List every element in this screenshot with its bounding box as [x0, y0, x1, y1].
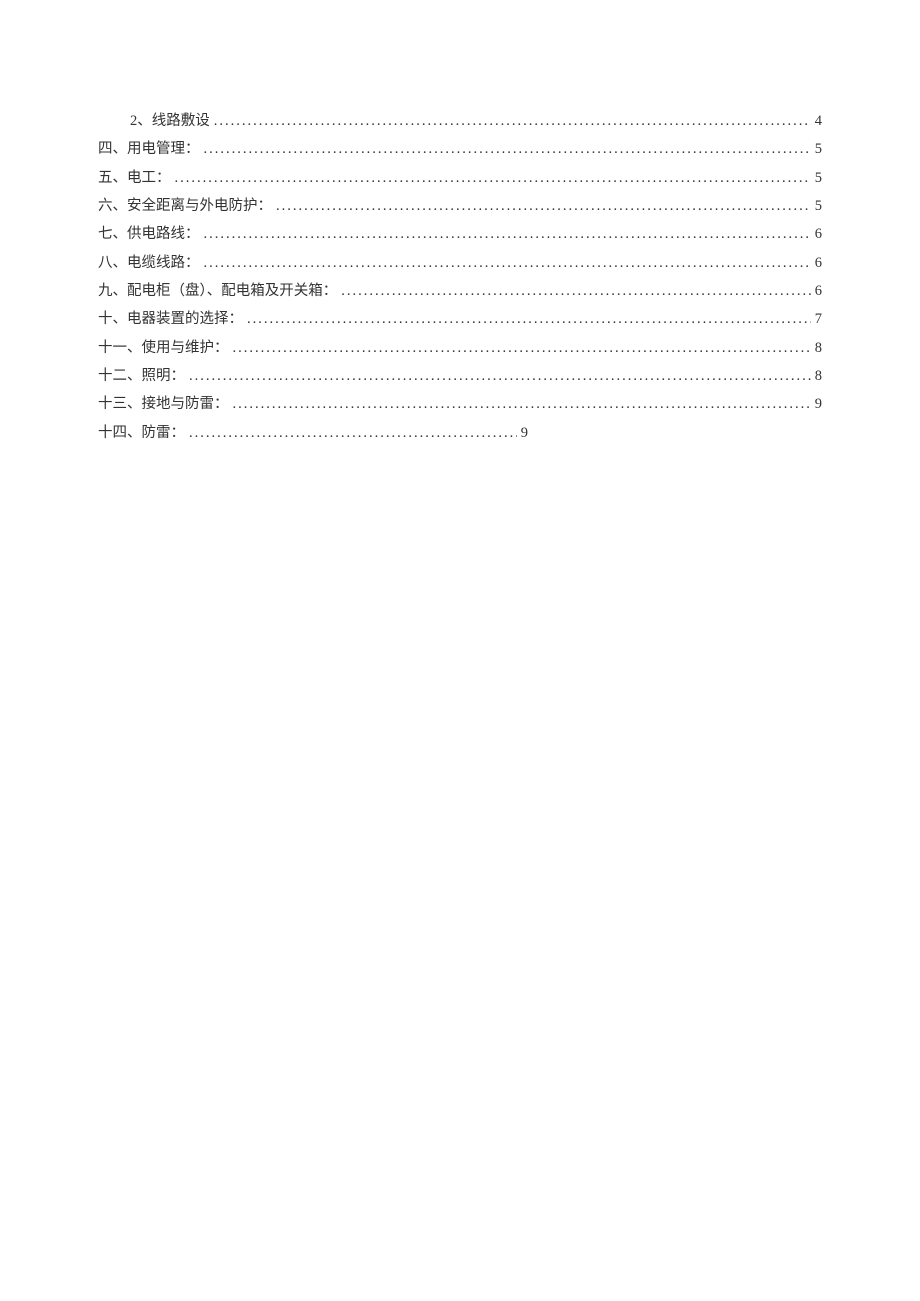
toc-entry: 八、电缆线路： 6 [98, 254, 822, 273]
toc-entry-leader-dots [185, 367, 815, 386]
toc-entry: 十二、照明： 8 [98, 367, 822, 386]
toc-entry-page: 9 [815, 395, 822, 414]
toc-entry-page: 6 [815, 282, 822, 301]
toc-entry-page: 8 [815, 367, 822, 386]
toc-entry-label: 2、线路敷设 [130, 112, 210, 131]
toc-entry-label: 十三、接地与防雷： [98, 395, 229, 414]
toc-entry-label: 九、配电柜（盘）、配电箱及开关箱： [98, 282, 337, 301]
toc-entry-label: 五、电工： [98, 169, 171, 188]
toc-entry: 四、用电管理： 5 [98, 140, 822, 159]
toc-entry-leader-dots [229, 395, 815, 414]
toc-entry-page: 5 [815, 197, 822, 216]
toc-entry-leader-dots [243, 310, 815, 329]
toc-entry-leader-dots [337, 282, 815, 301]
toc-entry-label: 十、电器装置的选择： [98, 310, 243, 329]
toc-entry-leader-dots [185, 424, 521, 443]
toc-entry-label: 十一、使用与维护： [98, 339, 229, 358]
toc-entry-leader-dots [200, 254, 815, 273]
table-of-contents: 2、线路敷设 4 四、用电管理： 5 五、电工： 5 六、安全距离与外电防护： 5 七、供电路线… [98, 112, 822, 443]
toc-entry: 六、安全距离与外电防护： 5 [98, 197, 822, 216]
toc-entry-page: 7 [815, 310, 822, 329]
toc-entry-page: 9 [521, 424, 528, 443]
toc-entry-leader-dots [200, 140, 815, 159]
toc-entry-page: 6 [815, 254, 822, 273]
toc-entry-label: 十四、防雷： [98, 424, 185, 443]
toc-entry-label: 七、供电路线： [98, 225, 200, 244]
toc-entry-leader-dots [171, 169, 815, 188]
toc-entry: 十一、使用与维护： 8 [98, 339, 822, 358]
toc-entry: 十、电器装置的选择： 7 [98, 310, 822, 329]
toc-entry: 九、配电柜（盘）、配电箱及开关箱： 6 [98, 282, 822, 301]
toc-entry-label: 八、电缆线路： [98, 254, 200, 273]
toc-entry: 五、电工： 5 [98, 169, 822, 188]
toc-entry-label: 四、用电管理： [98, 140, 200, 159]
toc-entry-leader-dots [210, 112, 815, 131]
toc-entry-page: 5 [815, 169, 822, 188]
toc-entry-leader-dots [200, 225, 815, 244]
toc-entry-leader-dots [229, 339, 815, 358]
toc-entry: 2、线路敷设 4 [98, 112, 822, 131]
toc-entry-leader-dots [272, 197, 815, 216]
toc-entry-page: 4 [815, 112, 822, 131]
toc-entry-label: 六、安全距离与外电防护： [98, 197, 272, 216]
toc-entry: 七、供电路线： 6 [98, 225, 822, 244]
toc-entry-label: 十二、照明： [98, 367, 185, 386]
toc-entry-page: 6 [815, 225, 822, 244]
toc-entry: 十三、接地与防雷： 9 [98, 395, 822, 414]
toc-entry-page: 5 [815, 140, 822, 159]
toc-entry: 十四、防雷： 9 [98, 424, 528, 443]
toc-entry-page: 8 [815, 339, 822, 358]
